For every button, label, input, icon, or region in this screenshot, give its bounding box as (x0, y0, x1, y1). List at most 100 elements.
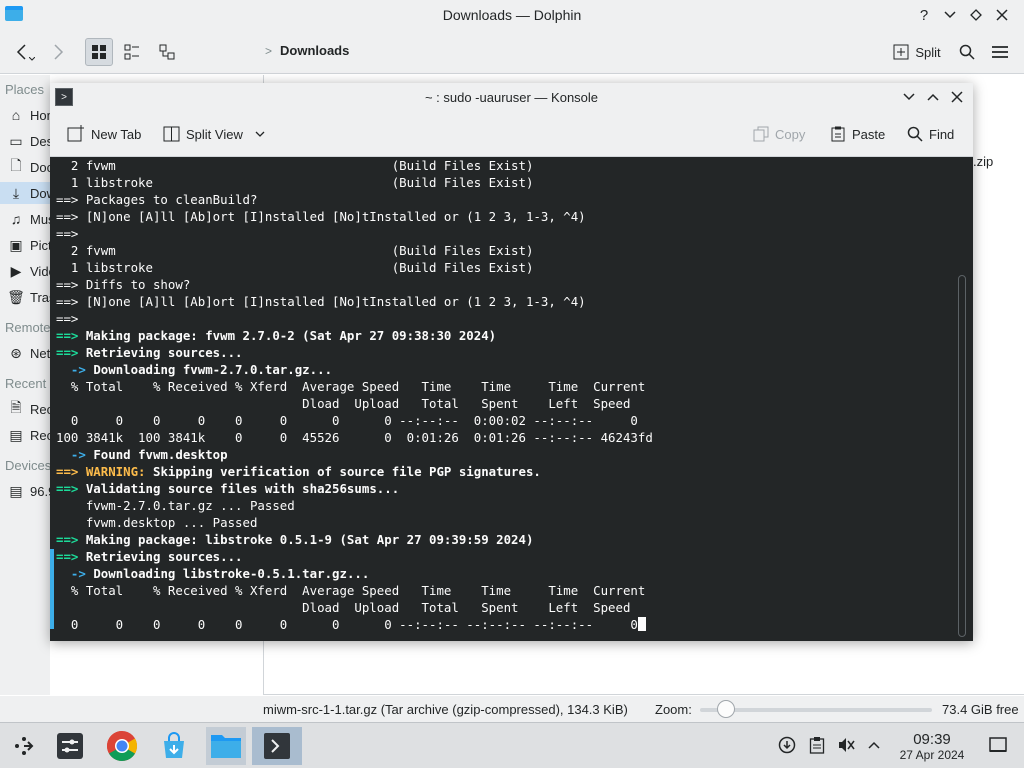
terminal-activity-marker (50, 549, 54, 629)
status-file-info: miwm-src-1-1.tar.gz (Tar archive (gzip-c… (263, 702, 628, 717)
sidebar-item-recent-files[interactable]: 🗎Recent Files (8, 398, 50, 420)
show-desktop-icon[interactable] (988, 735, 1008, 755)
sidebar-item-videos[interactable]: ▶Videos (8, 260, 50, 282)
chrome-icon (106, 731, 138, 762)
konsole-terminal-task[interactable] (252, 727, 302, 765)
split-view-button[interactable]: Split View (163, 123, 265, 145)
terminal-text: Skipping verification of source file PGP… (152, 464, 541, 479)
konsole-toolbar: New Tab Split View Copy Paste Find (50, 111, 973, 157)
terminal-text: ==> [N]one [A]ll [Ab]ort [I]nstalled [No… (56, 294, 586, 309)
breadcrumb[interactable]: > Downloads (265, 43, 349, 58)
minimize-icon[interactable] (940, 5, 960, 25)
paste-button[interactable]: Paste (830, 123, 885, 145)
updates-tray-icon[interactable] (777, 735, 797, 755)
clock[interactable]: 09:39 27 Apr 2024 (890, 731, 974, 763)
split-label: Split (915, 44, 941, 60)
chrome-browser-task[interactable] (102, 727, 142, 765)
terminal-scrollbar[interactable] (958, 275, 966, 637)
terminal-line: ==> (56, 225, 973, 242)
clock-time: 09:39 (913, 731, 951, 748)
terminal-text: 2 fvwm (Build Files Exist) (56, 158, 534, 173)
zoom-label: Zoom: (655, 702, 692, 717)
discover-store-icon (164, 732, 184, 758)
zoom-slider[interactable] (700, 708, 932, 712)
system-settings-task[interactable] (50, 727, 90, 765)
terminal-line: -> Found fvwm.desktop (56, 446, 973, 463)
terminal-line: ==> (56, 310, 973, 327)
find-button[interactable]: Find (907, 123, 954, 145)
terminal-line: ==> WARNING: Skipping verification of so… (56, 463, 973, 480)
terminal-line: fvwm.desktop ... Passed (56, 514, 973, 531)
sidebar-item-pictures[interactable]: ▣Pictures (8, 234, 50, 256)
pictures-icon: ▣ (9, 236, 23, 253)
compact-view-button[interactable] (118, 38, 146, 66)
terminal-text: -> (56, 362, 94, 377)
sidebar-item-trash[interactable]: 🗑Trash (8, 286, 50, 308)
terminal-text: ==> Packages to cleanBuild? (56, 192, 258, 207)
terminal-cursor (637, 617, 646, 631)
sidebar-item-music[interactable]: ♫Music (8, 208, 50, 230)
terminal-text: ==> (56, 481, 86, 496)
terminal-text: ==> (56, 464, 86, 479)
split-button[interactable]: Split (888, 38, 946, 66)
close-icon[interactable] (992, 5, 1012, 25)
recent-files-icon: 🗎 (10, 399, 22, 415)
new-tab-button[interactable]: New Tab (67, 123, 141, 145)
tray-expand-icon[interactable] (864, 735, 884, 755)
hamburger-menu-icon (992, 46, 1008, 58)
forward-arrow-icon (54, 44, 64, 60)
sidebar-item-drive[interactable]: ▤96.9 GiB Internal Drive (8, 480, 50, 502)
clipboard-tray-icon[interactable] (807, 735, 827, 755)
konsole-minimize-icon[interactable] (899, 87, 919, 107)
sidebar-item-downloads[interactable]: ⤓Downloads (0, 182, 50, 204)
terminal-line: ==> [N]one [A]ll [Ab]ort [I]nstalled [No… (56, 293, 973, 310)
terminal-text: WARNING: (85, 464, 153, 479)
terminal-text: ==> (56, 532, 86, 547)
discover-store-task[interactable] (154, 727, 194, 765)
sidebar-item-home[interactable]: ⌂Home (8, 104, 50, 126)
sidebar-item-desktop[interactable]: ▭Desktop (8, 130, 50, 152)
copy-button[interactable]: Copy (753, 123, 805, 145)
forward-button[interactable] (44, 38, 74, 66)
konsole-maximize-icon[interactable] (923, 87, 943, 107)
file-name-peek[interactable]: .zip (973, 154, 993, 169)
terminal-line: ==> Making package: fvwm 2.7.0-2 (Sat Ap… (56, 327, 973, 344)
konsole-titlebar[interactable]: > ~ : sudo -uauruser — Konsole (50, 83, 973, 111)
dolphin-titlebar[interactable]: Downloads — Dolphin ? (0, 0, 1024, 30)
terminal-line: 1 libstroke (Build Files Exist) (56, 259, 973, 276)
search-button[interactable] (954, 38, 980, 66)
devices-header: Devices (5, 458, 52, 473)
recent-locations-icon: ▤ (9, 426, 23, 443)
maximize-icon[interactable] (966, 5, 986, 25)
desktop-icon: ▭ (9, 132, 23, 149)
terminal-text: 1 libstroke (Build Files Exist) (56, 175, 534, 190)
sidebar-item-documents[interactable]: 🗋Documents (8, 156, 50, 178)
terminal-text: ==> (56, 549, 86, 564)
konsole-close-icon[interactable] (947, 87, 967, 107)
free-space-label: 73.4 GiB free (942, 702, 1019, 717)
details-view-button[interactable] (153, 38, 181, 66)
sidebar-item-network[interactable]: ⊛Network (8, 342, 50, 364)
application-launcher-button[interactable] (4, 727, 44, 765)
recent-header: Recent (5, 376, 47, 391)
icons-view-button[interactable] (85, 38, 113, 66)
zoom-slider-handle[interactable] (716, 700, 735, 718)
back-button[interactable] (10, 38, 40, 66)
menu-button[interactable] (987, 38, 1013, 66)
breadcrumb-downloads[interactable]: Downloads (280, 43, 349, 58)
terminal-text: Retrieving sources... (85, 345, 243, 360)
terminal-line: % Total % Received % Xferd Average Speed… (56, 378, 973, 395)
dolphin-file-manager-task[interactable] (206, 727, 246, 765)
terminal-text: ==> Diffs to show? (56, 277, 191, 292)
terminal-text: 2 fvwm (Build Files Exist) (56, 243, 534, 258)
new-tab-icon (67, 125, 84, 142)
terminal-text: ==> (56, 345, 86, 360)
places-sidebar: Places ⌂Home ▭Desktop 🗋Documents ⤓Downlo… (0, 75, 52, 695)
sidebar-item-recent-locations[interactable]: ▤Recent Locations (8, 424, 50, 446)
volume-muted-tray-icon[interactable] (836, 735, 856, 755)
terminal-text: ==> (56, 328, 86, 343)
terminal-text: ==> (56, 226, 79, 241)
help-icon[interactable]: ? (914, 5, 934, 25)
terminal-output[interactable]: 2 fvwm (Build Files Exist) 1 libstroke (… (50, 157, 973, 641)
remote-header: Remote (5, 320, 51, 335)
